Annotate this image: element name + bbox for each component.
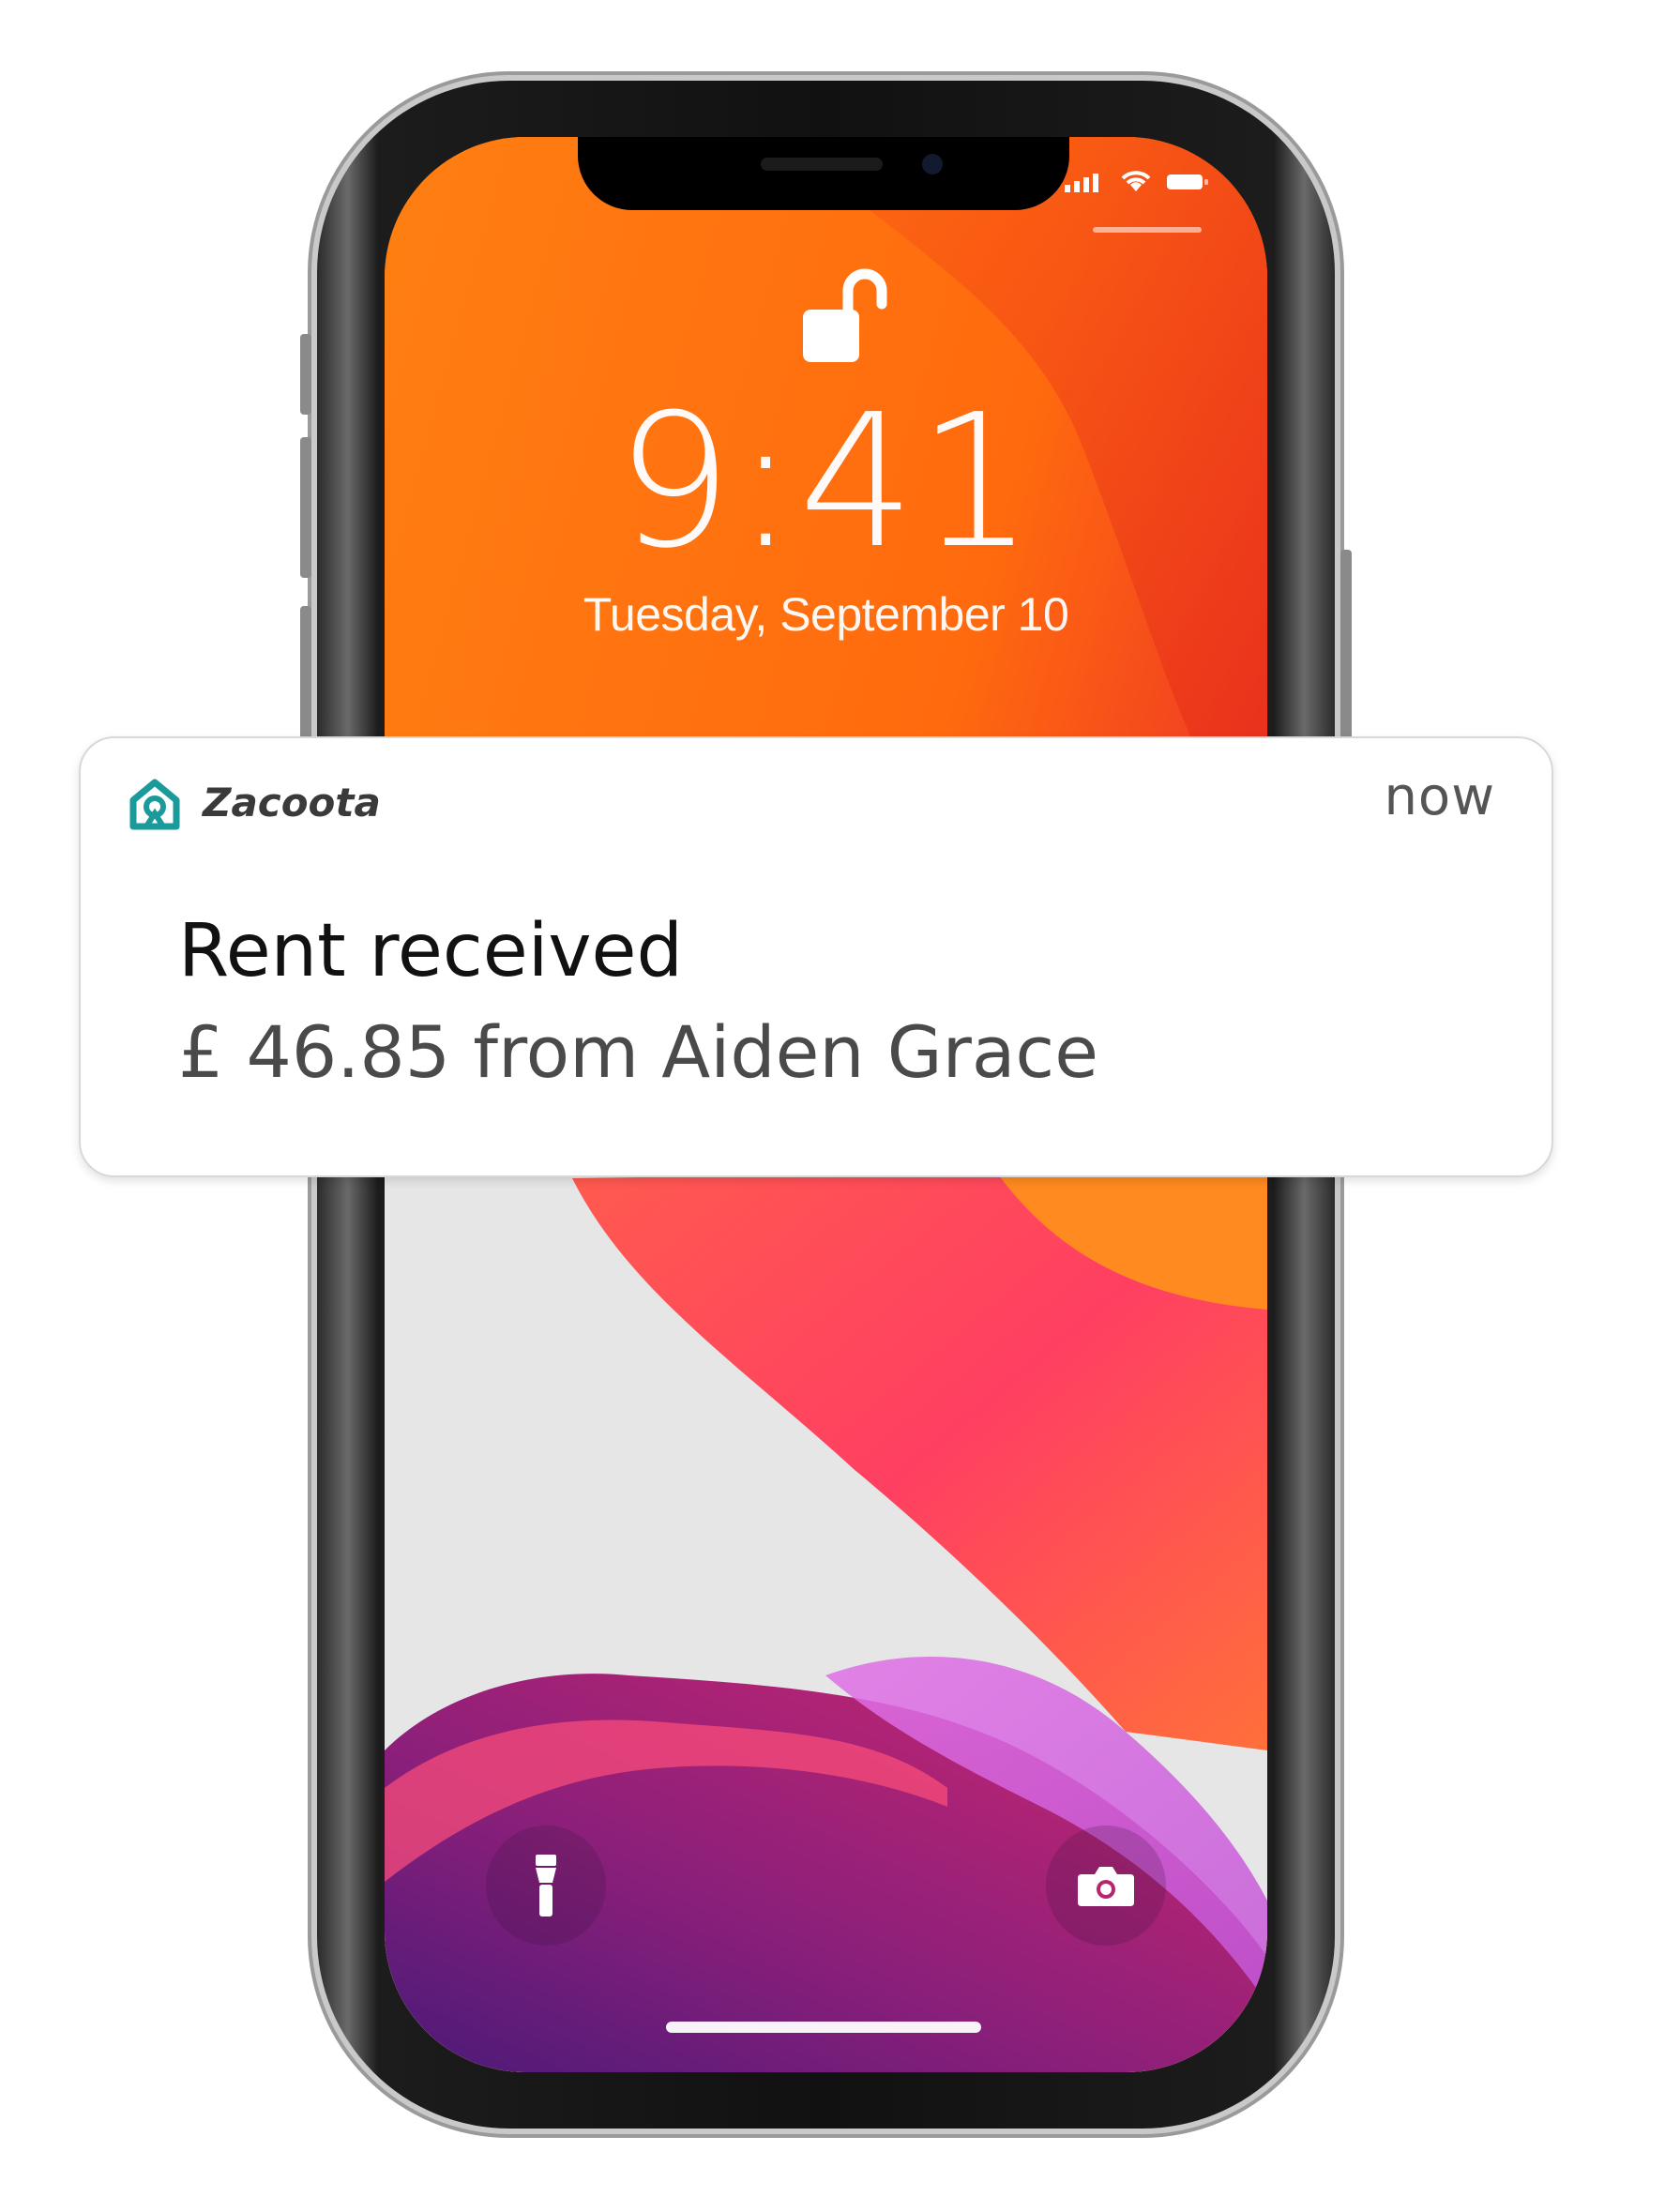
notification-timestamp: now	[1384, 766, 1495, 827]
silent-switch	[300, 606, 311, 747]
notification-body: £ 46.85 from Aiden Grace	[178, 1010, 1098, 1094]
wifi-icon	[1121, 171, 1151, 191]
house-icon	[129, 779, 180, 830]
control-center-indicator[interactable]	[1093, 227, 1202, 233]
home-indicator[interactable]	[666, 2022, 981, 2033]
lockscreen-date: Tuesday, September 10	[583, 588, 1069, 641]
notification-app-name: Zacoota	[203, 780, 381, 826]
front-camera	[922, 154, 943, 174]
status-bar	[1065, 171, 1209, 193]
volume-up-button	[300, 334, 311, 415]
unlocked-padlock-icon	[803, 268, 887, 362]
speaker-grille	[761, 158, 883, 171]
battery-icon	[1167, 174, 1208, 189]
camera-icon	[1078, 1867, 1134, 1906]
notification-title: Rent received	[178, 909, 684, 993]
lockscreen-time: 9:41	[615, 375, 1037, 589]
flashlight-icon	[536, 1855, 556, 1917]
notch	[578, 137, 1069, 210]
push-notification[interactable]: Zacoota now Rent received £ 46.85 from A…	[79, 736, 1553, 1177]
camera-button[interactable]	[1046, 1826, 1166, 1946]
flashlight-button[interactable]	[486, 1826, 606, 1946]
signal-icon	[1065, 174, 1098, 192]
volume-down-button	[300, 437, 311, 578]
